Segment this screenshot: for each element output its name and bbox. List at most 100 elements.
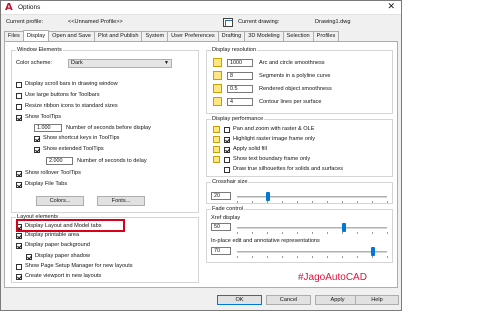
tab-selection[interactable]: Selection [282,31,314,41]
printable-area-label: Display printable area [25,232,80,238]
rendered-smoothness-label: Rendered object smoothness [259,86,332,92]
contour-lines-icon [213,97,222,106]
color-scheme-dropdown[interactable]: Dark ▼ [68,59,172,68]
color-scheme-value: Dark [71,60,83,66]
cancel-button[interactable]: Cancel [266,295,311,305]
slider-tick [252,201,253,203]
xref-display-input[interactable]: 50 [211,223,231,231]
tab-drafting[interactable]: Drafting [217,31,246,41]
ok-button[interactable]: OK [217,295,262,305]
slider-tick [252,232,253,234]
slider-tick [282,232,283,234]
arc-smoothness-icon [213,58,222,67]
raster-frame-checkbox[interactable] [224,137,230,143]
page-setup-manager-checkbox[interactable] [16,264,22,270]
crosshair-size-group: Crosshair size 20 [206,179,393,204]
slider-tick [237,232,238,234]
slider-tick [297,201,298,203]
inplace-slider-thumb[interactable] [371,247,376,256]
display-performance-group: Display performance Pan and zoom with ra… [206,116,393,177]
solid-fill-label: Apply solid fill [233,146,267,152]
inplace-edit-label: In-place edit and annotative representat… [211,238,320,244]
contour-lines-label: Contour lines per surface [259,99,322,105]
fade-control-group: Fade control Xref display 50 In-place ed… [206,206,393,263]
file-tabs-checkbox[interactable] [16,182,22,188]
tab-profiles[interactable]: Profiles [312,31,340,41]
paper-shadow-label: Display paper shadow [35,253,91,259]
seconds-before-display-input[interactable]: 1.000 [34,124,62,132]
slider-tick [372,256,373,258]
inplace-slider-track[interactable] [237,251,387,253]
chevron-down-icon: ▼ [164,60,169,66]
window-title: Options [18,4,41,11]
tab-3d-modeling[interactable]: 3D Modeling [244,31,284,41]
paper-background-label: Display paper background [25,242,90,248]
pan-zoom-label: Pan and zoom with raster & OLE [233,126,315,132]
rollover-tooltips-label: Show rollover ToolTips [25,170,81,176]
true-silhouettes-label: Draw true silhouettes for solids and sur… [233,166,344,172]
slider-tick [327,201,328,203]
text-boundary-checkbox[interactable] [224,157,230,163]
title-bar[interactable]: A Options ✕ [1,1,401,15]
slider-tick [282,256,283,258]
contour-lines-input[interactable]: 4 [227,98,253,106]
shortcut-keys-label: Show shortcut keys in ToolTips [43,135,120,141]
slider-tick [282,201,283,203]
rendered-smoothness-input[interactable]: 0.5 [227,85,253,93]
create-viewport-label: Create viewport in new layouts [25,273,102,279]
show-tooltips-checkbox[interactable] [16,115,22,121]
text-boundary-icon [213,156,220,163]
crosshair-slider-thumb[interactable] [266,192,271,201]
raster-frame-icon [213,136,220,143]
extended-tooltips-label: Show extended ToolTips [43,146,104,152]
rollover-tooltips-checkbox[interactable] [16,171,22,177]
tab-plot-and-publish[interactable]: Plot and Publish [94,31,143,41]
apply-button[interactable]: Apply [315,295,360,305]
printable-area-checkbox[interactable] [16,233,22,239]
xref-slider-thumb[interactable] [342,223,347,232]
extended-tooltips-checkbox[interactable] [34,147,40,153]
close-icon[interactable]: ✕ [387,2,395,13]
create-viewport-checkbox[interactable] [16,274,22,280]
shortcut-keys-checkbox[interactable] [34,136,40,142]
inplace-edit-input[interactable]: 70 [211,247,231,255]
tab-open-and-save[interactable]: Open and Save [48,31,96,41]
tab-user-preferences[interactable]: User Preferences [167,31,219,41]
paper-shadow-checkbox[interactable] [26,254,32,260]
seconds-to-delay-input[interactable]: 2.000 [46,157,73,165]
show-tooltips-label: Show ToolTips [25,114,62,120]
current-drawing-label: Current drawing: [238,19,280,25]
solid-fill-checkbox[interactable] [224,147,230,153]
tab-system[interactable]: System [141,31,169,41]
fonts-button[interactable]: Fonts... [97,196,145,206]
help-button[interactable]: Help [355,295,399,305]
rendered-smoothness-icon [213,84,222,93]
pan-zoom-checkbox[interactable] [224,127,230,133]
polyline-segments-label: Segments in a polyline curve [259,73,331,79]
window-elements-group: Window Elements Color scheme: Dark ▼ Dis… [11,47,199,213]
current-profile-label: Current profile: [6,19,43,25]
paper-background-checkbox[interactable] [16,243,22,249]
tab-files[interactable]: Files [4,31,24,41]
display-performance-label: Display performance [211,116,265,123]
true-silhouettes-checkbox[interactable] [224,167,230,173]
large-buttons-checkbox[interactable] [16,93,22,99]
xref-slider-track[interactable] [237,227,387,229]
watermark-text: #JagoAutoCAD [298,272,367,283]
resize-ribbon-checkbox[interactable] [16,104,22,110]
slider-tick [297,256,298,258]
crosshair-slider-track[interactable] [237,196,387,198]
file-tabs-label: Display File Tabs [25,181,68,187]
scroll-bars-checkbox[interactable] [16,82,22,88]
slider-tick [387,201,388,203]
current-drawing-value: Drawing1.dwg [315,19,351,25]
arc-smoothness-input[interactable]: 1000 [227,59,253,67]
display-resolution-label: Display resolution [211,47,258,54]
tab-display[interactable]: Display [22,30,50,41]
scroll-bars-label: Display scroll bars in drawing window [25,81,118,87]
polyline-segments-input[interactable]: 8 [227,72,253,80]
colors-button[interactable]: Colors... [36,196,84,206]
display-resolution-group: Display resolution 1000 Arc and circle s… [206,47,393,114]
xref-display-label: Xref display [211,215,241,221]
crosshair-size-input[interactable]: 20 [211,192,231,200]
